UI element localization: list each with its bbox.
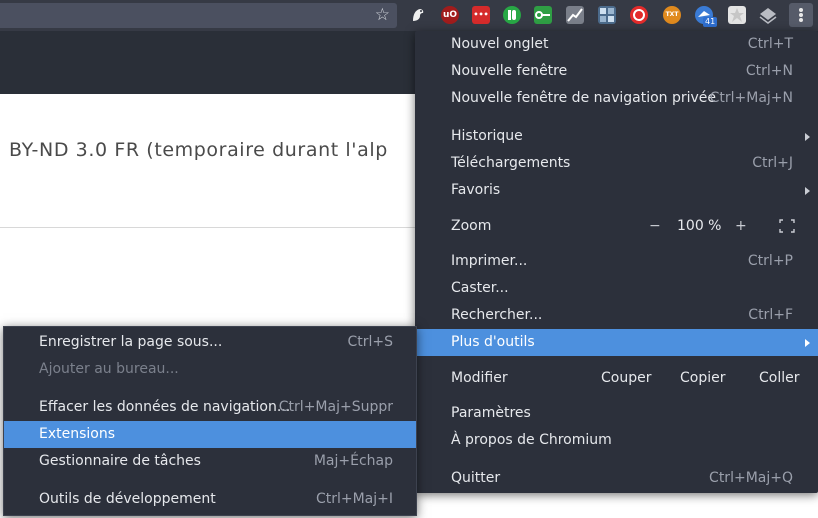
menu-item-new-tab[interactable]: Nouvel onglet Ctrl+T [415,31,818,58]
key-extension-icon[interactable] [534,6,552,24]
menu-item-new-private-window[interactable]: Nouvelle fenêtre de navigation privée Ct… [415,85,818,112]
paste-button[interactable]: Coller [759,365,800,392]
license-text: BY-ND 3.0 FR (temporaire durant l'alp [9,139,388,161]
menu-item-more-tools[interactable]: Plus d'outils [415,329,818,356]
browser-toolbar: ☆ uO ••• TXT 41 [0,0,818,31]
text-extension-icon[interactable]: TXT [663,6,681,24]
more-tools-submenu: Enregistrer la page sous... Ctrl+S Ajout… [3,326,417,516]
zoom-in-button[interactable]: + [735,213,747,240]
zoom-out-button[interactable]: − [649,213,661,240]
chart-extension-icon[interactable] [566,6,584,24]
menu-item-find[interactable]: Rechercher... Ctrl+F [415,302,818,329]
submenu-arrow-icon [805,133,810,141]
bookmark-star-icon[interactable]: ☆ [375,5,390,25]
menu-item-print[interactable]: Imprimer... Ctrl+P [415,248,818,275]
menu-item-zoom: Zoom − 100 % + [415,213,818,240]
menu-item-quit[interactable]: Quitter Ctrl+Maj+Q [415,465,818,492]
menu-item-about[interactable]: À propos de Chromium [415,427,818,454]
menu-item-settings[interactable]: Paramètres [415,400,818,427]
menu-item-bookmarks[interactable]: Favoris [415,177,818,204]
zoom-level: 100 % [677,218,722,234]
menu-item-history[interactable]: Historique [415,123,818,150]
menu-item-cast[interactable]: Caster... [415,275,818,302]
cut-button[interactable]: Couper [601,365,651,392]
menu-item-edit: Modifier Couper Copier Coller [415,365,818,392]
submenu-item-dev-tools[interactable]: Outils de développement Ctrl+Maj+I [4,486,416,513]
menu-item-downloads[interactable]: Téléchargements Ctrl+J [415,150,818,177]
copy-button[interactable]: Copier [680,365,726,392]
page-divider [0,227,420,228]
fullscreen-icon[interactable] [779,219,795,233]
submenu-arrow-icon [805,187,810,195]
submenu-item-add-to-desktop: Ajouter au bureau... [39,361,179,377]
creative-cloud-icon[interactable] [630,6,648,24]
submenu-item-clear-data[interactable]: Effacer les données de navigation... Ctr… [4,394,416,421]
toggle-extension-icon[interactable] [503,6,521,24]
submenu-item-task-manager[interactable]: Gestionnaire de tâches Maj+Échap [4,448,416,475]
pigeon-extension-icon[interactable] [409,6,427,24]
grid-extension-icon[interactable] [598,6,616,24]
chrome-main-menu: Nouvel onglet Ctrl+T Nouvelle fenêtre Ct… [415,31,818,493]
menu-item-new-window[interactable]: Nouvelle fenêtre Ctrl+N [415,58,818,85]
layers-extension-icon[interactable] [759,6,777,24]
ublock-origin-icon[interactable]: uO [441,6,459,24]
dots-extension-icon[interactable]: ••• [472,6,490,24]
chrome-menu-button[interactable] [789,3,813,27]
omnibox[interactable]: ☆ [0,3,397,28]
submenu-arrow-icon [805,339,810,347]
submenu-item-extensions[interactable]: Extensions [4,421,416,448]
submenu-item-save-page[interactable]: Enregistrer la page sous... Ctrl+S [4,329,416,356]
puzzle-extension-icon[interactable] [728,6,746,24]
extension-badge: 41 [703,17,718,27]
